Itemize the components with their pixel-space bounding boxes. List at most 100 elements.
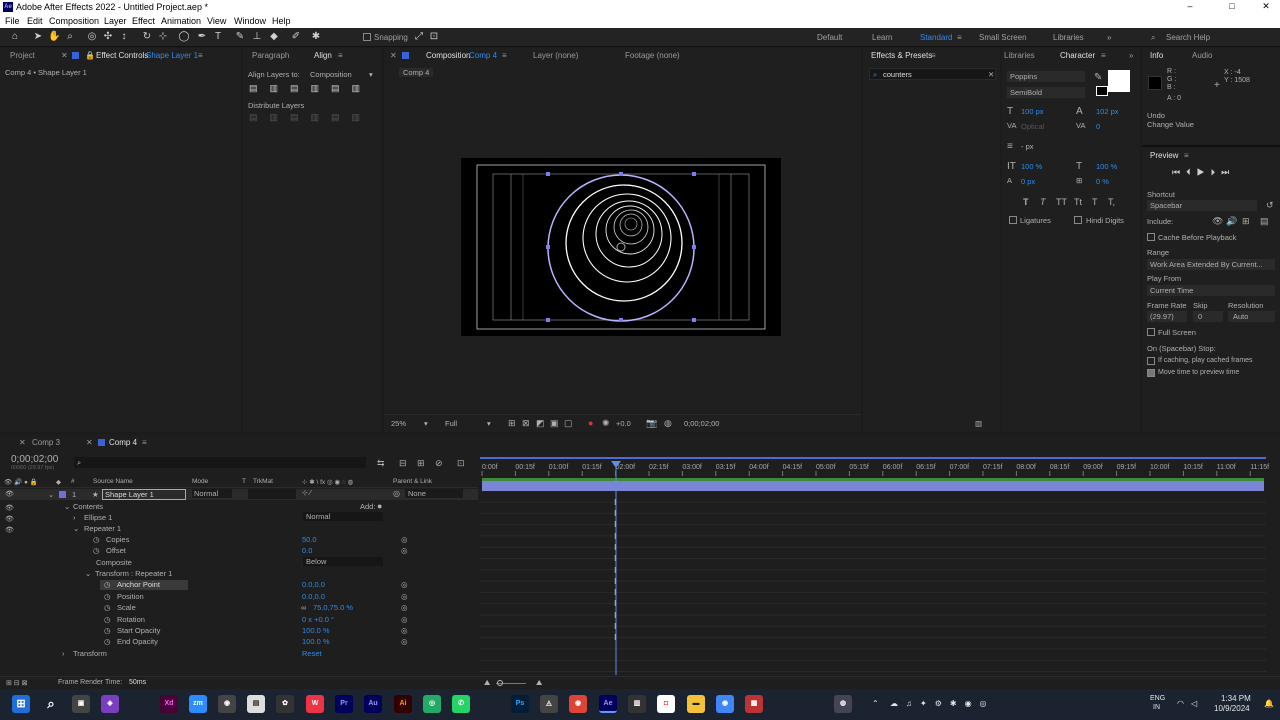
app-green-icon[interactable]: ◎ [423, 695, 441, 713]
snapshot-icon[interactable]: 📷 [646, 418, 657, 429]
menu-composition[interactable]: Composition [49, 16, 99, 26]
comp-current-time[interactable]: 0;00;02;00 [684, 419, 719, 428]
clock-date[interactable]: 10/9/2024 [1214, 704, 1250, 713]
tab-paragraph[interactable]: Paragraph [252, 48, 289, 64]
menu-file[interactable]: File [5, 16, 20, 26]
mode-header[interactable]: Mode [192, 478, 208, 485]
search-help-input[interactable]: Search Help [1166, 33, 1210, 42]
tray-overflow-icon[interactable]: ⌃ [872, 699, 879, 708]
expand-triangle-icon[interactable]: ⌄ [73, 524, 79, 533]
tab-audio[interactable]: Audio [1192, 48, 1212, 64]
tab-character[interactable]: Character [1060, 48, 1095, 64]
maximize-button[interactable]: □ [1222, 1, 1242, 13]
first-frame-icon[interactable]: ⏮ [1172, 167, 1186, 177]
menu-layer[interactable]: Layer [104, 16, 127, 26]
tsume-value[interactable]: 0 % [1096, 177, 1109, 186]
eye-icon[interactable]: 👁 [5, 515, 14, 523]
if-caching-checkbox[interactable] [1147, 357, 1155, 365]
graph-editor-icon[interactable]: ⊡ [457, 458, 465, 469]
menu-animation[interactable]: Animation [161, 16, 201, 26]
end-opacity-value[interactable]: 100.0 % [302, 637, 330, 646]
transform-label[interactable]: Transform [73, 649, 107, 658]
notification-bell-icon[interactable]: 🔔 [1264, 699, 1274, 708]
expression-pickwhip-icon[interactable]: ◎ [401, 603, 408, 612]
expression-pickwhip-icon[interactable]: ◎ [401, 592, 408, 601]
app-icon[interactable]: ◬ [540, 695, 558, 713]
include-audio-icon[interactable]: 🔊 [1226, 216, 1237, 227]
dolly-camera-icon[interactable]: ↕ [118, 31, 130, 43]
source-name-header[interactable]: Source Name [93, 478, 133, 485]
align-buttons-row[interactable]: ▤▥▤▥▤▥ [249, 83, 379, 95]
include-overlays-icon[interactable]: ⊞ [1242, 216, 1250, 227]
channel-icon[interactable]: ▢ [564, 418, 573, 429]
move-time-checkbox[interactable] [1147, 369, 1155, 377]
layer-switches-icon[interactable]: ⊹ ⁄ [302, 489, 311, 497]
roto-brush-tool-icon[interactable]: ✐ [290, 31, 302, 43]
type-tool-icon[interactable]: T [212, 31, 224, 43]
transform-reset-link[interactable]: Reset [302, 649, 322, 658]
transform-repeater-label[interactable]: Transform : Repeater 1 [95, 569, 172, 578]
premiere-pro-icon[interactable]: Pr [335, 695, 353, 713]
blender-icon[interactable]: ◉ [218, 695, 236, 713]
stroke-width-value[interactable]: - px [1021, 142, 1034, 151]
panel-menu-icon[interactable]: ≡ [338, 48, 343, 64]
stopwatch-icon[interactable]: ◷ [104, 626, 111, 635]
kerning-value[interactable]: Optical [1021, 122, 1044, 131]
superscript-button[interactable]: T [1092, 197, 1098, 207]
layer-label-color[interactable] [59, 491, 66, 498]
app-icon[interactable]: ▥ [628, 695, 646, 713]
tab-effect-layer-name[interactable]: Shape Layer 1 [146, 48, 198, 64]
exposure-value[interactable]: +0.0 [616, 419, 631, 428]
region-of-interest-icon[interactable]: ⊞ [508, 418, 516, 429]
expression-pickwhip-icon[interactable]: ◎ [401, 535, 408, 544]
shortcut-dropdown[interactable]: Spacebar [1147, 200, 1257, 211]
minimize-button[interactable]: – [1180, 1, 1200, 13]
align-layers-to-dropdown[interactable]: Composition [310, 70, 352, 79]
close-icon[interactable]: ✕ [61, 48, 68, 64]
transparency-grid-icon[interactable]: ⊠ [522, 418, 530, 429]
tab-composition[interactable]: Composition [426, 48, 470, 64]
hand-tool-icon[interactable]: ✋ [48, 31, 60, 43]
layer-mode-dropdown[interactable]: Normal [192, 489, 232, 498]
show-snapshot-icon[interactable]: ◍ [664, 418, 672, 429]
illustrator-icon[interactable]: Ai [394, 695, 412, 713]
tracking-value[interactable]: 0 [1096, 122, 1100, 131]
close-icon[interactable]: ✕ [86, 435, 93, 451]
last-frame-icon[interactable]: ⏭ [1221, 167, 1235, 177]
app-w-icon[interactable]: W [306, 695, 324, 713]
photoshop-icon[interactable]: Ps [511, 695, 529, 713]
pickwhip-icon[interactable]: ◎ [393, 489, 400, 498]
panel-menu-icon[interactable]: ≡ [1101, 48, 1106, 64]
menu-help[interactable]: Help [272, 16, 291, 26]
guides-icon[interactable]: ▣ [550, 418, 559, 429]
zoom-tool-icon[interactable]: ⌕ [64, 31, 76, 43]
home-icon[interactable]: ⌂ [9, 31, 21, 43]
chrome-icon[interactable]: ◉ [569, 695, 587, 713]
menu-view[interactable]: View [207, 16, 226, 26]
distribute-buttons-row[interactable]: ▤▥▤▥▤▥ [249, 112, 379, 124]
range-dropdown[interactable]: Work Area Extended By Current... [1147, 259, 1275, 270]
effects-search-box[interactable]: ⌕ counters ✕ [869, 68, 996, 80]
language-in[interactable]: IN [1153, 704, 1160, 711]
panel-menu-icon[interactable]: ≡ [198, 48, 203, 64]
pan-behind-tool-icon[interactable]: ⊹ [157, 31, 169, 43]
panel-menu-icon[interactable]: ≡ [931, 48, 936, 64]
work-area-bar[interactable] [482, 478, 1264, 481]
frame-rate-dropdown[interactable]: (29.97) [1147, 311, 1187, 322]
tab-info[interactable]: Info [1150, 48, 1163, 64]
full-screen-checkbox[interactable] [1147, 328, 1155, 336]
workspace-libraries[interactable]: Libraries [1053, 33, 1084, 42]
constrain-proportions-icon[interactable]: ∞ [301, 603, 306, 612]
fill-color-swatch[interactable] [1108, 70, 1130, 92]
resolution-preview-dropdown[interactable]: Auto [1228, 311, 1275, 322]
add-property-icon[interactable]: ● [377, 501, 382, 511]
faux-bold-button[interactable]: T [1023, 197, 1029, 207]
faux-italic-button[interactable]: T [1040, 197, 1046, 207]
eye-icon[interactable]: 👁 [5, 504, 14, 512]
composite-dropdown[interactable]: Below [303, 557, 383, 566]
expression-pickwhip-icon[interactable]: ◎ [401, 546, 408, 555]
layer-switches-toggle-icon[interactable]: ⊞ ⊟ ⊠ [6, 679, 28, 687]
tab-comp-4[interactable]: Comp 4 [109, 435, 137, 451]
reset-icon[interactable]: ↺ [1266, 200, 1274, 211]
snap-grid-icon[interactable]: ⊡ [428, 31, 440, 43]
